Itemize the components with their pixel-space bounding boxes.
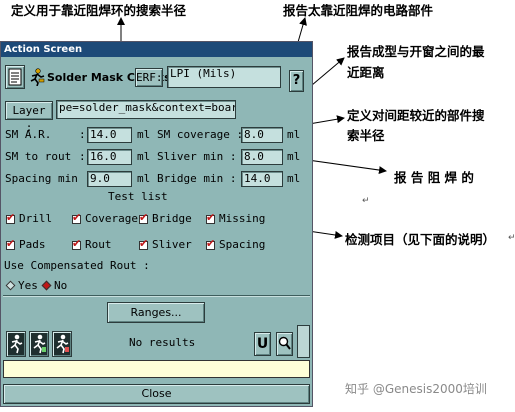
action-list-button[interactable] — [5, 65, 25, 89]
test-drill-label: Drill — [19, 212, 53, 225]
sm-coverage-unit: ml — [287, 128, 301, 141]
layer-value-field[interactable]: pe=solder_mask&context=board — [56, 100, 236, 119]
sliver-min-label: Sliver min : — [157, 150, 237, 163]
compensated-no-label: No — [54, 279, 68, 292]
test-list-label: Test list — [108, 190, 168, 203]
bridge-min-label: Bridge min : — [157, 172, 237, 185]
list-icon — [8, 68, 22, 86]
sm-to-rout-unit: ml — [137, 150, 151, 163]
test-rout-label: Rout — [85, 238, 112, 251]
results-status: No results — [129, 336, 196, 349]
status-bar — [3, 360, 310, 378]
run-step-icon — [33, 334, 46, 354]
sm-to-rout-colon: : — [79, 150, 86, 163]
undo-button[interactable]: U — [254, 332, 271, 356]
test-rout-checkbox[interactable] — [72, 237, 81, 250]
test-missing-label: Missing — [219, 212, 266, 225]
sm-ar-input[interactable]: 14.0 — [87, 127, 132, 143]
sm-coverage-label: SM coverage : — [157, 128, 244, 141]
run-button[interactable] — [6, 331, 26, 357]
test-missing-checkbox[interactable] — [206, 211, 215, 224]
test-pads-checkbox[interactable] — [6, 237, 15, 250]
ranges-button[interactable]: Ranges... — [107, 302, 205, 323]
spacing-min-label: Spacing min : — [5, 172, 92, 185]
zoom-results-button[interactable] — [276, 332, 293, 356]
erf-button[interactable]: ERF: — [135, 68, 163, 87]
sm-ar-unit: ml — [137, 128, 151, 141]
close-button[interactable]: Close — [3, 384, 310, 404]
spacing-min-unit: ml — [137, 172, 151, 185]
compensated-rout-label: Use Compensated Rout : — [4, 259, 150, 272]
test-bridge-checkbox[interactable] — [139, 211, 148, 224]
test-sliver-label: Sliver — [152, 238, 192, 251]
test-spacing-checkbox[interactable] — [206, 237, 215, 250]
magnifier-icon — [278, 336, 291, 350]
run-remote-icon — [56, 334, 69, 354]
test-drill-checkbox[interactable] — [6, 211, 15, 224]
spacing-min-input[interactable]: 9.0 — [87, 171, 132, 187]
window-title-bar[interactable]: Action Screen — [1, 42, 312, 57]
u-icon: U — [256, 336, 269, 352]
run-remote-button[interactable] — [52, 331, 72, 357]
sm-coverage-input[interactable]: 8.0 — [241, 127, 283, 143]
help-button[interactable]: ? — [289, 70, 304, 92]
run-step-button[interactable] — [29, 331, 49, 357]
test-coverage-label: Coverage — [85, 212, 138, 225]
test-spacing-label: Spacing — [219, 238, 266, 251]
sliver-min-input[interactable]: 8.0 — [241, 149, 283, 165]
test-pads-label: Pads — [19, 238, 46, 251]
sm-to-rout-input[interactable]: 16.0 — [87, 149, 132, 165]
compensated-yes-radio[interactable] — [5, 280, 16, 291]
sm-ar-colon: : — [79, 128, 86, 141]
run-icon — [10, 334, 23, 354]
sliver-min-unit: ml — [287, 150, 301, 163]
results-scrollbar[interactable] — [297, 325, 310, 358]
test-bridge-label: Bridge — [152, 212, 192, 225]
test-coverage-checkbox[interactable] — [72, 211, 81, 224]
compensated-no-radio[interactable] — [41, 280, 52, 291]
separator — [3, 295, 310, 297]
bridge-min-input[interactable]: 14.0 — [241, 171, 283, 187]
bridge-min-unit: ml — [287, 172, 301, 185]
sm-to-rout-label: SM to rout — [5, 150, 72, 163]
sm-ar-label: SM A.R. — [5, 128, 52, 141]
layer-button[interactable]: Layer : — [5, 101, 53, 134]
running-man-icon — [30, 68, 45, 86]
action-screen-window: Action Screen Solder Mask Checks ERF: LP… — [0, 41, 313, 407]
erf-value-field[interactable]: LPI (Mils) — [167, 66, 281, 88]
compensated-yes-label: Yes — [18, 279, 38, 292]
test-sliver-checkbox[interactable] — [139, 237, 148, 250]
